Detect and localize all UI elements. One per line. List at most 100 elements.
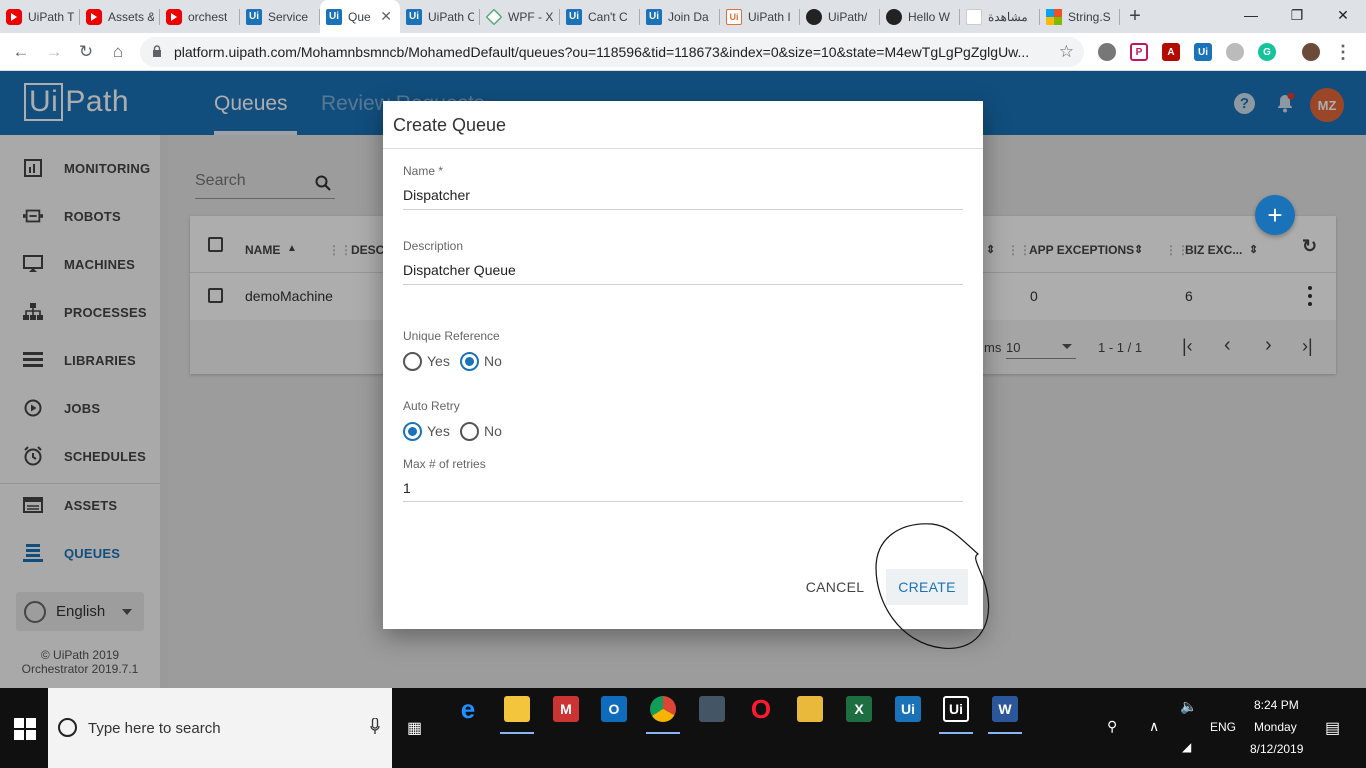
- close-window-icon[interactable]: ✕: [1320, 0, 1366, 30]
- url-text: platform.uipath.com/Mohamnbsmncb/Mohamed…: [174, 44, 1030, 60]
- create-button[interactable]: CREATE: [886, 569, 968, 605]
- unique-reference-no-radio[interactable]: [460, 352, 479, 371]
- auto-retry-yes-radio[interactable]: [403, 422, 422, 441]
- name-label: Name *: [403, 164, 444, 178]
- extension-icon[interactable]: [1098, 43, 1116, 61]
- browser-tab[interactable]: orchest: [160, 0, 240, 33]
- auto-retry-label: Auto Retry: [403, 399, 460, 413]
- clock-day[interactable]: Monday: [1254, 720, 1297, 734]
- restore-icon[interactable]: ❐: [1274, 0, 1320, 30]
- description-label: Description: [403, 239, 464, 253]
- create-queue-dialog: Create Queue Name * Dispatcher Descripti…: [383, 101, 983, 629]
- profile-icon[interactable]: [1302, 43, 1320, 61]
- name-input[interactable]: Dispatcher: [403, 187, 470, 203]
- user-avatar[interactable]: MZ: [1310, 88, 1344, 122]
- app-icon[interactable]: [699, 696, 725, 722]
- close-tab-icon[interactable]: ✕: [380, 8, 392, 25]
- arabic-site-icon: [966, 8, 982, 25]
- outlook-icon[interactable]: O: [601, 696, 627, 722]
- youtube-icon: [6, 8, 22, 25]
- browser-tab[interactable]: Ui UiPath I: [720, 0, 800, 33]
- volume-icon[interactable]: 🔈: [1180, 698, 1197, 715]
- auto-retry-yes-label[interactable]: Yes: [427, 423, 450, 439]
- browser-tab-active[interactable]: Ui Que ✕: [320, 0, 400, 33]
- star-icon[interactable]: ☆: [1059, 42, 1074, 62]
- description-input[interactable]: Dispatcher Queue: [403, 262, 516, 278]
- name-underline: [403, 209, 963, 210]
- dialog-title: Create Queue: [393, 115, 507, 135]
- youtube-icon: [86, 8, 102, 25]
- windows-taskbar: Type here to search ▦ e M O O X Ui Ui W …: [0, 688, 1366, 768]
- pdf-icon[interactable]: A: [1162, 43, 1180, 61]
- grammarly-icon[interactable]: G: [1258, 43, 1276, 61]
- excel-icon[interactable]: X: [846, 696, 872, 722]
- auto-retry-no-radio[interactable]: [460, 422, 479, 441]
- running-indicator: [646, 732, 680, 734]
- uipath-icon: Ui: [646, 8, 662, 25]
- extension-icon[interactable]: [1226, 43, 1244, 61]
- youtube-icon: [166, 8, 182, 25]
- microphone-icon[interactable]: [370, 718, 380, 734]
- browser-tab[interactable]: Ui UiPath C: [400, 0, 480, 33]
- menu-icon[interactable]: ⋮: [1334, 42, 1352, 62]
- mail-icon[interactable]: M: [553, 696, 579, 722]
- browser-tab[interactable]: UiPath/: [800, 0, 880, 33]
- file-explorer-icon[interactable]: [504, 696, 530, 722]
- max-retries-input[interactable]: 1: [403, 480, 411, 496]
- taskbar-search-input[interactable]: Type here to search: [48, 688, 392, 768]
- address-bar[interactable]: platform.uipath.com/Mohamnbsmncb/Mohamed…: [140, 37, 1084, 67]
- clock-date[interactable]: 8/12/2019: [1250, 742, 1303, 756]
- browser-tab[interactable]: Ui Service: [240, 0, 320, 33]
- browser-toolbar: ← → ↻ ⌂ platform.uipath.com/Mohamnbsmncb…: [0, 33, 1366, 71]
- lock-icon: [153, 45, 161, 57]
- pocket-icon[interactable]: P: [1130, 43, 1148, 61]
- max-retries-label: Max # of retries: [403, 457, 486, 471]
- browser-tab[interactable]: مشاهدة: [960, 0, 1040, 33]
- unique-reference-yes-label[interactable]: Yes: [427, 353, 450, 369]
- tab-queues[interactable]: Queues: [214, 71, 288, 135]
- browser-tab[interactable]: WPF - X: [480, 0, 560, 33]
- task-view-icon[interactable]: ▦: [407, 718, 422, 738]
- browser-tab[interactable]: Hello W: [880, 0, 960, 33]
- opera-icon[interactable]: O: [748, 694, 774, 724]
- new-tab-button[interactable]: +: [1120, 0, 1150, 33]
- input-language[interactable]: ENG: [1210, 720, 1236, 734]
- people-icon[interactable]: ⚲: [1107, 718, 1117, 735]
- forward-icon[interactable]: →: [43, 41, 65, 63]
- notification-bell-icon[interactable]: [1275, 93, 1295, 113]
- uipath-logo[interactable]: Ui Path: [24, 83, 129, 121]
- dialog-divider: [383, 148, 983, 149]
- uipath-robot-icon[interactable]: Ui: [943, 696, 969, 722]
- minimize-icon[interactable]: —: [1228, 0, 1274, 30]
- browser-tab[interactable]: Ui Join Da: [640, 0, 720, 33]
- uipath-extension-icon[interactable]: Ui: [1194, 43, 1212, 61]
- tray-expand-icon[interactable]: ∧: [1149, 718, 1159, 735]
- edge-icon[interactable]: e: [455, 694, 481, 724]
- reload-icon[interactable]: ↻: [75, 41, 97, 63]
- clock-time[interactable]: 8:24 PM: [1254, 698, 1299, 712]
- back-icon[interactable]: ←: [10, 41, 32, 63]
- uipath-icon: Ui: [566, 8, 582, 25]
- microsoft-icon: [1046, 8, 1062, 25]
- add-queue-button[interactable]: +: [1255, 195, 1295, 235]
- home-icon[interactable]: ⌂: [107, 41, 129, 63]
- windows-start-icon[interactable]: [14, 718, 36, 740]
- cancel-button[interactable]: CANCEL: [795, 569, 875, 605]
- uipath-studio-icon[interactable]: Ui: [895, 696, 921, 722]
- word-icon[interactable]: W: [992, 696, 1018, 722]
- uipath-icon: Ui: [326, 8, 342, 25]
- chrome-icon[interactable]: [650, 696, 676, 722]
- browser-tab[interactable]: UiPath T: [0, 0, 80, 33]
- unique-reference-yes-radio[interactable]: [403, 352, 422, 371]
- browser-tab[interactable]: Ui Can't C: [560, 0, 640, 33]
- wifi-icon[interactable]: ◢: [1182, 740, 1191, 754]
- help-icon[interactable]: ?: [1234, 93, 1255, 114]
- action-center-icon[interactable]: ▤: [1325, 718, 1340, 738]
- unique-reference-no-label[interactable]: No: [484, 353, 502, 369]
- browser-tab[interactable]: String.S: [1040, 0, 1120, 33]
- running-indicator: [939, 732, 973, 734]
- unique-reference-label: Unique Reference: [403, 329, 500, 343]
- browser-tab[interactable]: Assets &: [80, 0, 160, 33]
- auto-retry-no-label[interactable]: No: [484, 423, 502, 439]
- sticky-icon[interactable]: [797, 696, 823, 722]
